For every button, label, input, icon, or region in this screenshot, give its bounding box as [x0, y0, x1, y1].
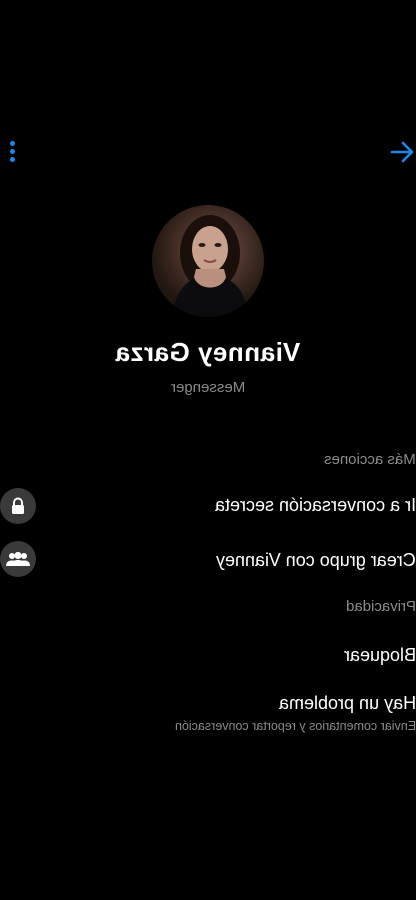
section-privacy: Privacidad [345, 598, 416, 615]
avatar[interactable] [152, 205, 264, 317]
create-group-item[interactable]: Crear grupo con Vianney [216, 550, 416, 571]
contact-subtitle: Messenger [170, 379, 246, 396]
section-more-actions: Más acciones [324, 451, 416, 468]
report-problem-item[interactable]: Hay un problema [279, 693, 416, 714]
secret-conversation-item[interactable]: Ir a conversación secreta [215, 495, 416, 516]
report-problem-subtitle: Enviar comentarios y reportar conversaci… [174, 719, 416, 733]
options-menu-icon[interactable] [4, 138, 22, 166]
lock-icon[interactable] [0, 488, 36, 524]
block-item[interactable]: Bloquear [344, 645, 416, 666]
avatar-photo [172, 215, 248, 317]
arrow-icon[interactable] [390, 138, 416, 166]
group-icon[interactable] [0, 541, 36, 577]
contact-name: Vianney Garza [115, 337, 301, 367]
